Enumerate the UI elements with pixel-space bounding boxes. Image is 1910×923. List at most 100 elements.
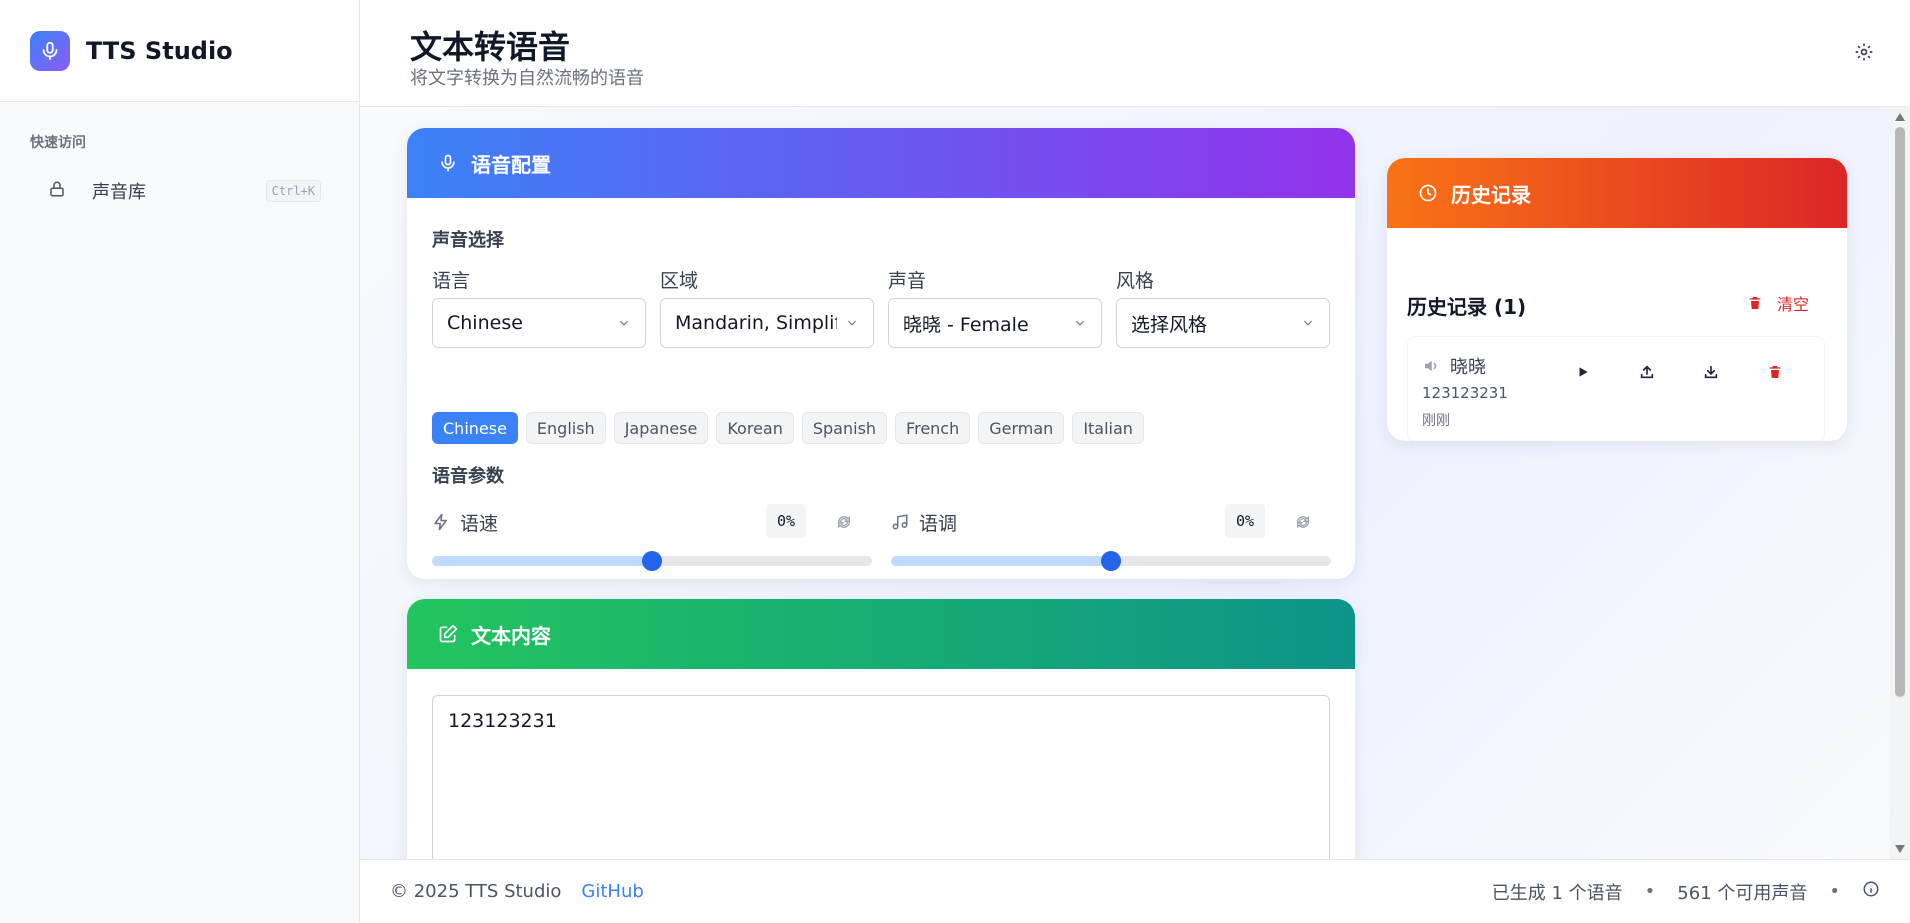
trash-icon [1769,366,1781,378]
chevron-down-icon [848,320,856,326]
history-header: 历史记录 [1387,158,1847,228]
gear-icon [1855,43,1873,61]
rate-param: 语速 [432,504,498,540]
upload-icon [1640,365,1654,379]
voice-selection-title: 声音选择 [432,230,504,251]
clock-icon [1417,182,1439,204]
language-tag-english[interactable]: English [525,412,606,444]
lock-icon [48,180,66,202]
language-tag-chinese[interactable]: Chinese [432,412,518,444]
available-voices: 561 个可用声音 [1677,882,1808,904]
history-card: 历史记录 历史记录 (1) 清空 晓晓 123123231 刚刚 [1387,158,1847,441]
github-link[interactable]: GitHub [581,881,643,902]
play-icon [1579,367,1588,377]
music-note-icon [892,514,908,530]
brand: TTS Studio [0,0,359,102]
microphone-icon [30,30,70,71]
region-select[interactable]: Mandarin, Simplified [660,298,874,348]
copyright: © 2025 TTS Studio [390,881,562,902]
page-title: 文本转语音 [410,28,571,66]
language-quick-tags: Chinese English Japanese Korean Spanish … [432,412,1144,444]
info-icon [1863,881,1879,897]
style-select[interactable]: 选择风格 [1116,298,1330,348]
speaker-icon [1425,360,1437,372]
microphone-icon [437,152,459,174]
language-tag-spanish[interactable]: Spanish [801,412,888,444]
history-item-text: 123123231 [1422,384,1508,402]
sidebar-item-label: 声音库 [92,182,146,203]
style-select-value: 选择风格 [1131,313,1208,336]
voice-select-value: 晓晓 - Female [903,313,1029,336]
rate-slider[interactable] [432,551,872,571]
history-header-title: 历史记录 [1451,182,1531,207]
history-title: 历史记录 (1) [1407,295,1527,319]
voice-params-title: 语音参数 [432,466,504,487]
pitch-slider-fill [891,556,1111,566]
sidebar-section-title: 快速访问 [30,135,86,151]
pitch-param: 语调 [891,504,957,540]
reset-pitch-icon[interactable] [1295,514,1311,530]
text-content-header: 文本内容 [407,599,1355,669]
history-item: 晓晓 123123231 刚刚 [1407,336,1825,441]
lightning-icon [434,513,447,531]
sidebar: TTS Studio 快速访问 声音库 Ctrl+K [0,0,360,923]
play-button[interactable] [1572,361,1594,383]
download-icon [1704,365,1718,379]
chevron-down-icon [1304,320,1312,326]
shortcut-badge: Ctrl+K [265,180,321,202]
download-button[interactable] [1700,361,1722,383]
text-input[interactable]: 123123231 [432,695,1330,859]
settings-button[interactable] [1854,42,1876,64]
edit-icon [437,623,459,645]
language-tag-japanese[interactable]: Japanese [613,412,709,444]
separator: • [1644,881,1656,902]
language-tag-french[interactable]: French [895,412,971,444]
brand-name: TTS Studio [86,36,233,65]
page-header: 文本转语音 将文字转换为自然流畅的语音 [360,0,1910,107]
rate-slider-fill [432,556,652,566]
scroll-down-arrow-icon[interactable] [1895,845,1905,853]
footer: © 2025 TTS Studio GitHub 已生成 1 个语音 • 561… [360,859,1910,923]
generated-count: 已生成 1 个语音 [1491,882,1623,904]
language-label: 语言 [432,270,471,292]
rate-label: 语速 [460,512,499,535]
info-button[interactable] [1862,880,1880,903]
pitch-value-badge: 0% [1225,504,1265,538]
voice-label: 声音 [888,270,927,292]
history-item-voice: 晓晓 [1422,353,1486,379]
delete-item-button[interactable] [1764,361,1786,383]
voice-select[interactable]: 晓晓 - Female [888,298,1102,348]
scrollbar-thumb[interactable] [1895,127,1905,697]
pitch-slider[interactable] [891,551,1331,571]
text-content-card: 文本内容 123123231 [407,599,1355,859]
trash-icon [1749,297,1761,309]
language-tag-italian[interactable]: Italian [1072,412,1144,444]
clear-history-label: 清空 [1777,295,1810,314]
footer-stats: 已生成 1 个语音 • 561 个可用声音 • [1492,879,1880,905]
rate-slider-thumb[interactable] [642,551,662,571]
voice-config-title: 语音配置 [471,152,551,177]
main-content: 语音配置 声音选择 语言 区域 声音 风格 Chinese Mandarin, … [360,107,1890,859]
reset-rate-icon[interactable] [836,514,852,530]
text-content-title: 文本内容 [471,623,551,648]
language-tag-german[interactable]: German [978,412,1065,444]
region-select-value: Mandarin, Simplified [675,312,837,334]
scrollbar[interactable] [1890,107,1910,859]
chevron-down-icon [1076,320,1084,326]
language-tag-korean[interactable]: Korean [716,412,794,444]
sidebar-item-voice-library[interactable]: 声音库 Ctrl+K [20,170,339,212]
upload-button[interactable] [1636,361,1658,383]
pitch-slider-thumb[interactable] [1101,551,1121,571]
pitch-label: 语调 [919,512,958,535]
separator: • [1829,881,1840,902]
history-item-time: 刚刚 [1422,413,1450,429]
history-item-voice-name: 晓晓 [1450,357,1486,378]
rate-value-badge: 0% [766,504,806,538]
language-select[interactable]: Chinese [432,298,646,348]
language-select-value: Chinese [447,312,523,334]
style-label: 风格 [1116,270,1155,292]
region-label: 区域 [660,270,699,292]
clear-history-button[interactable]: 清空 [1747,291,1809,315]
scroll-up-arrow-icon[interactable] [1895,113,1905,121]
voice-config-header: 语音配置 [407,128,1355,198]
